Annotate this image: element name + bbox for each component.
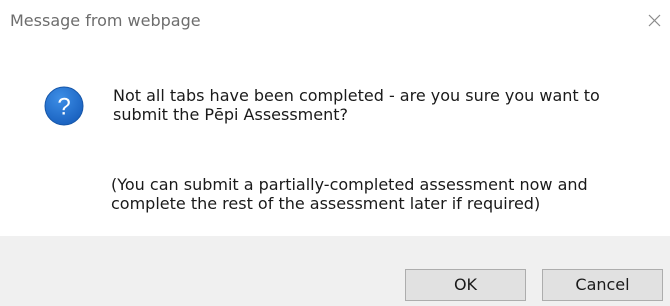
dialog-titlebar: Message from webpage (0, 0, 670, 44)
close-button[interactable] (640, 4, 670, 36)
dialog-footer: OK Cancel (0, 236, 670, 306)
message-secondary: (You can submit a partially-completed as… (111, 175, 588, 213)
question-icon: ? (44, 86, 84, 126)
svg-text:?: ? (57, 94, 70, 121)
message-dialog: Message from webpage ? Not all tabs have… (0, 0, 670, 306)
dialog-title: Message from webpage (10, 11, 201, 30)
message-primary: Not all tabs have been completed - are y… (113, 86, 600, 124)
close-icon (648, 14, 661, 27)
cancel-button[interactable]: Cancel (542, 269, 663, 301)
dialog-body: ? Not all tabs have been completed - are… (0, 44, 670, 236)
ok-button[interactable]: OK (405, 269, 526, 301)
